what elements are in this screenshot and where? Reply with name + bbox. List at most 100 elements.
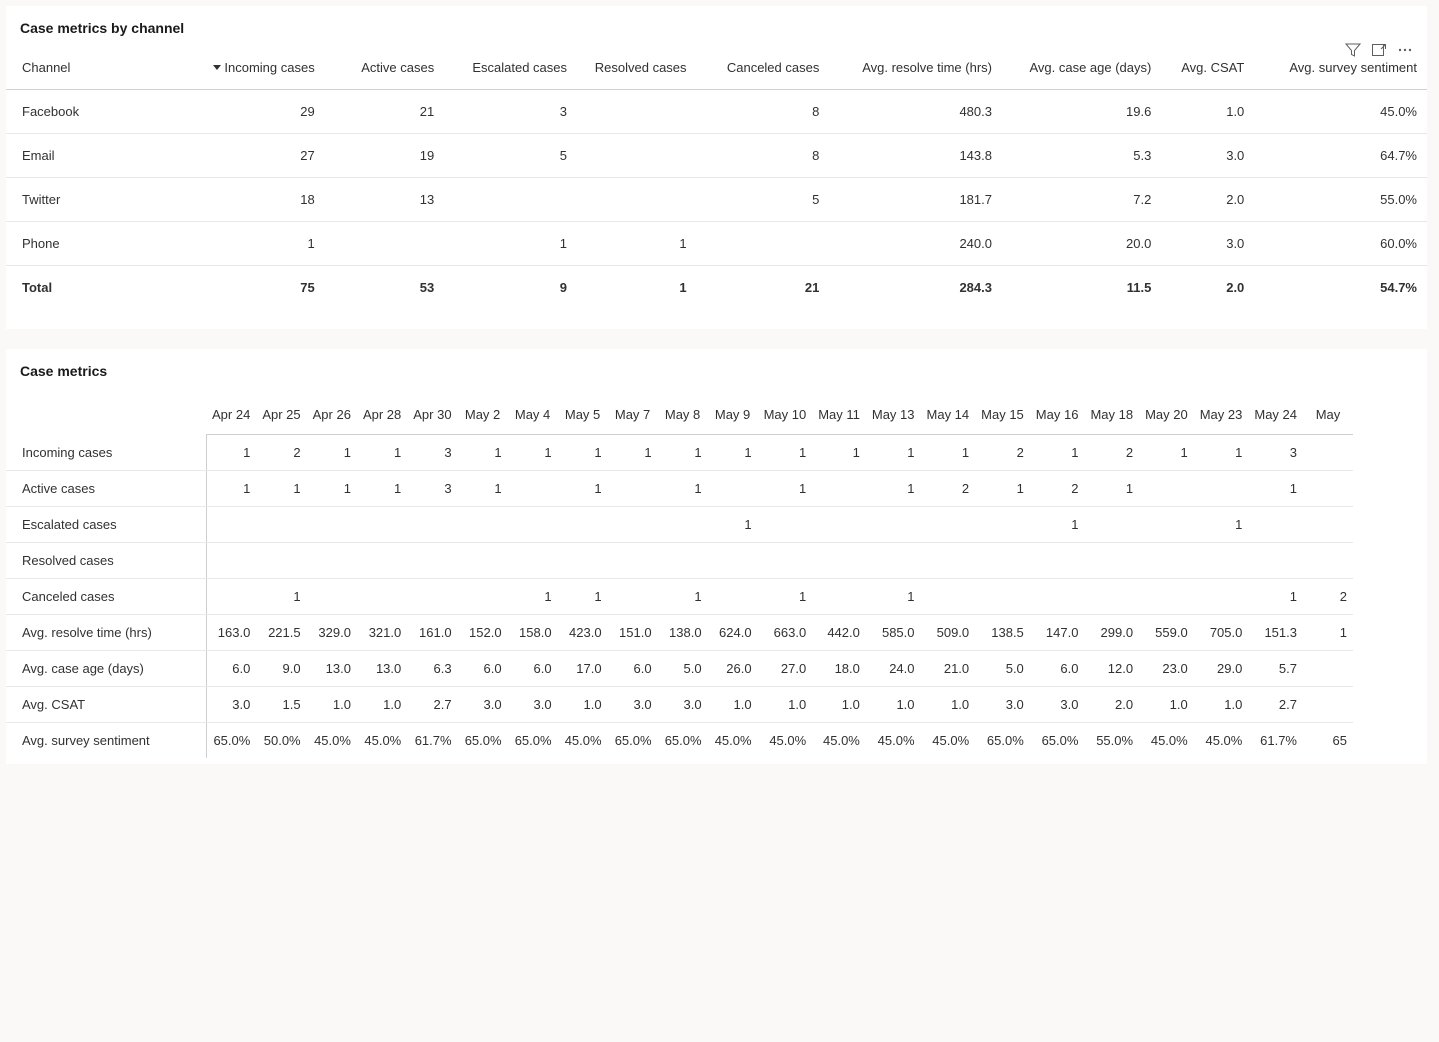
date-column-header[interactable]: May 14 — [921, 389, 976, 435]
table-cell — [812, 507, 866, 543]
table-cell — [256, 543, 306, 579]
date-column-header[interactable]: May 23 — [1194, 389, 1249, 435]
row-header: Incoming cases — [6, 435, 206, 471]
table-row[interactable]: Canceled cases11111112 — [6, 579, 1353, 615]
table-cell: 21.0 — [921, 651, 976, 687]
table-row[interactable]: Avg. survey sentiment65.0%50.0%45.0%45.0… — [6, 723, 1353, 759]
table-cell — [1194, 543, 1249, 579]
table-cell: 3 — [407, 471, 457, 507]
table-cell: 559.0 — [1139, 615, 1194, 651]
column-header[interactable]: Channel — [6, 46, 192, 90]
table-cell: 55.0% — [1254, 178, 1427, 222]
table-cell: 5.0 — [658, 651, 708, 687]
table-cell: 61.7% — [407, 723, 457, 759]
column-header[interactable]: Avg. CSAT — [1161, 46, 1254, 90]
column-header[interactable]: Avg. resolve time (hrs) — [829, 46, 1002, 90]
date-column-header[interactable]: May 16 — [1030, 389, 1085, 435]
table-cell: 1 — [608, 435, 658, 471]
table-cell: 75 — [192, 266, 325, 310]
table-cell: 161.0 — [407, 615, 457, 651]
date-column-header[interactable]: May 24 — [1248, 389, 1303, 435]
table-cell: 1 — [758, 579, 813, 615]
table-row[interactable]: Avg. CSAT3.01.51.01.02.73.03.01.03.03.01… — [6, 687, 1353, 723]
table-cell: 3 — [407, 435, 457, 471]
table-cell: 143.8 — [829, 134, 1002, 178]
date-column-header[interactable]: May 4 — [508, 389, 558, 435]
date-column-header[interactable]: May 18 — [1084, 389, 1139, 435]
table-row[interactable]: Escalated cases111 — [6, 507, 1353, 543]
table-cell: 1.0 — [307, 687, 357, 723]
table-cell — [921, 507, 976, 543]
table-cell — [975, 543, 1030, 579]
date-column-header[interactable]: May 2 — [458, 389, 508, 435]
table-cell: 29.0 — [1194, 651, 1249, 687]
table-cell: 1.0 — [866, 687, 921, 723]
table-cell: 17.0 — [558, 651, 608, 687]
table-row[interactable]: Avg. case age (days)6.09.013.013.06.36.0… — [6, 651, 1353, 687]
column-header[interactable]: Avg. case age (days) — [1002, 46, 1161, 90]
table-cell: 1 — [658, 471, 708, 507]
focus-mode-icon[interactable] — [1371, 42, 1387, 58]
date-column-header[interactable]: May 5 — [558, 389, 608, 435]
table-cell: 329.0 — [307, 615, 357, 651]
table-cell: 1 — [758, 435, 813, 471]
table-cell: 65.0% — [458, 723, 508, 759]
date-column-header[interactable]: May 7 — [608, 389, 658, 435]
table-cell — [407, 579, 457, 615]
table-cell — [1248, 507, 1303, 543]
table-cell: 624.0 — [708, 615, 758, 651]
table-cell: 3.0 — [1161, 134, 1254, 178]
date-column-header[interactable]: May 10 — [758, 389, 813, 435]
table-cell: 8 — [697, 90, 830, 134]
table-row[interactable]: Twitter18135181.77.22.055.0% — [6, 178, 1427, 222]
date-column-header[interactable]: May — [1303, 389, 1353, 435]
date-column-header[interactable]: Apr 28 — [357, 389, 407, 435]
table-cell: 18 — [192, 178, 325, 222]
table-cell: 1 — [866, 471, 921, 507]
table-row[interactable]: Resolved cases — [6, 543, 1353, 579]
table-row[interactable]: Avg. resolve time (hrs)163.0221.5329.032… — [6, 615, 1353, 651]
table-cell: 13 — [325, 178, 445, 222]
filter-icon[interactable] — [1345, 42, 1361, 58]
table-cell: Twitter — [6, 178, 192, 222]
date-column-header[interactable]: May 8 — [658, 389, 708, 435]
date-column-header[interactable]: May 15 — [975, 389, 1030, 435]
table-cell — [307, 507, 357, 543]
table-cell: 1 — [921, 435, 976, 471]
table-cell — [866, 507, 921, 543]
table-cell: 3.0 — [1030, 687, 1085, 723]
date-column-header[interactable]: Apr 24 — [206, 389, 256, 435]
date-column-header[interactable]: May 20 — [1139, 389, 1194, 435]
table-cell — [458, 579, 508, 615]
date-column-header[interactable]: Apr 30 — [407, 389, 457, 435]
table-row[interactable]: Active cases111131111121211 — [6, 471, 1353, 507]
date-column-header[interactable]: May 9 — [708, 389, 758, 435]
date-column-header[interactable]: May 13 — [866, 389, 921, 435]
column-header[interactable]: Canceled cases — [697, 46, 830, 90]
table-row[interactable]: Email271958143.85.33.064.7% — [6, 134, 1427, 178]
table-cell — [758, 507, 813, 543]
table-row[interactable]: Incoming cases121131111111111212113 — [6, 435, 1353, 471]
table-cell: 5.3 — [1002, 134, 1161, 178]
table-cell — [1303, 543, 1353, 579]
table-cell: 6.0 — [508, 651, 558, 687]
table-cell: 2 — [256, 435, 306, 471]
table-cell: 23.0 — [1139, 651, 1194, 687]
table-row[interactable]: Facebook292138480.319.61.045.0% — [6, 90, 1427, 134]
date-column-header[interactable]: May 11 — [812, 389, 866, 435]
more-options-icon[interactable] — [1397, 42, 1413, 58]
table-cell: 65.0% — [608, 723, 658, 759]
column-header[interactable]: Escalated cases — [444, 46, 577, 90]
row-header: Active cases — [6, 471, 206, 507]
column-header[interactable]: Resolved cases — [577, 46, 697, 90]
table-row[interactable]: Phone111240.020.03.060.0% — [6, 222, 1427, 266]
table-cell: 19.6 — [1002, 90, 1161, 134]
table-cell — [1303, 651, 1353, 687]
table-cell: 299.0 — [1084, 615, 1139, 651]
date-column-header[interactable]: Apr 26 — [307, 389, 357, 435]
column-header[interactable]: Active cases — [325, 46, 445, 90]
table-cell — [697, 222, 830, 266]
table-cell: 181.7 — [829, 178, 1002, 222]
column-header[interactable]: Incoming cases — [192, 46, 325, 90]
date-column-header[interactable]: Apr 25 — [256, 389, 306, 435]
